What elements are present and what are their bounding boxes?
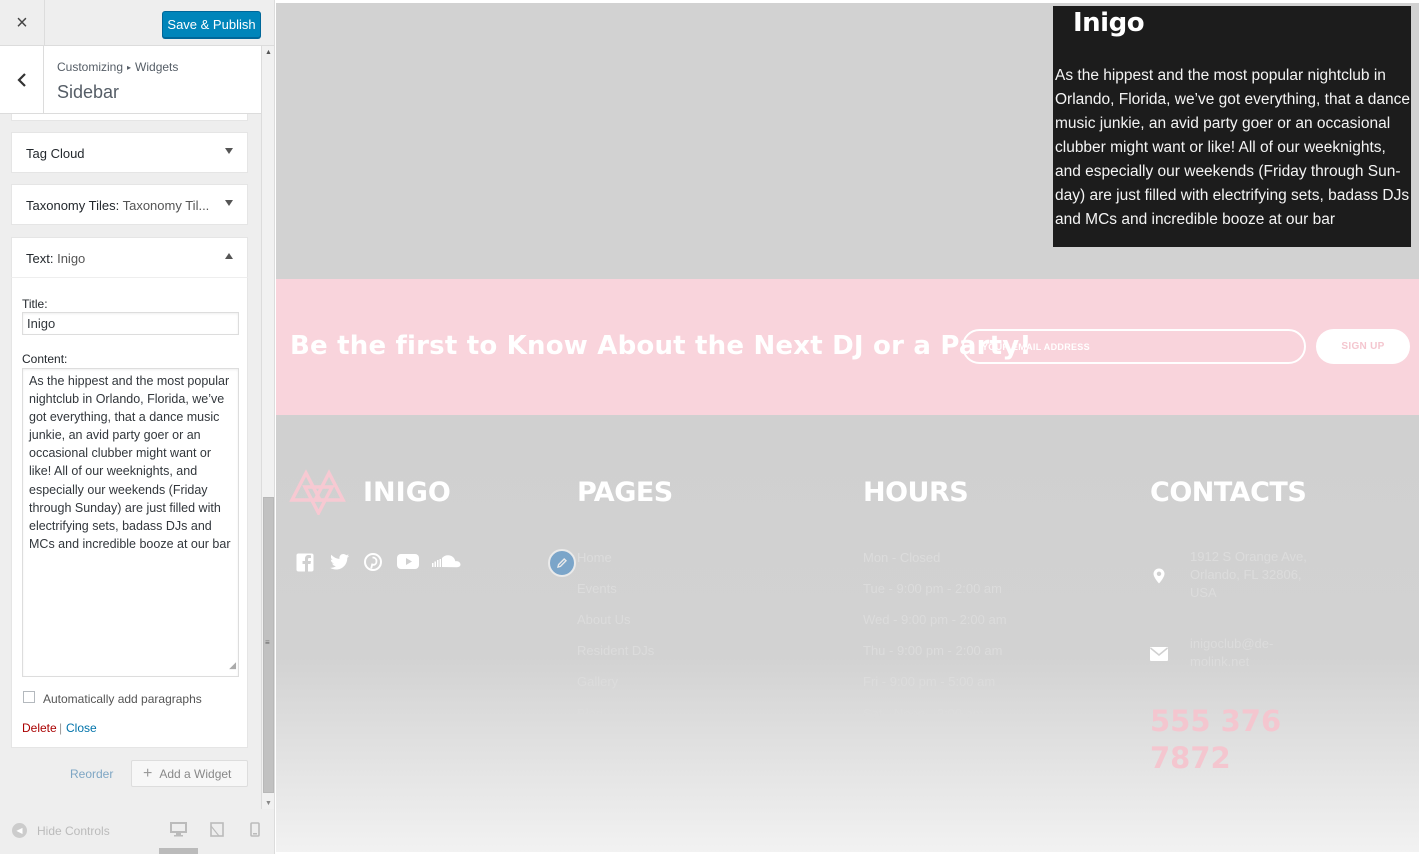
collapse-icon: ◀: [12, 823, 27, 838]
widget-title: Taxonomy Tiles: Taxonomy Til...: [26, 198, 210, 213]
section-title-bar: Customizing ▸ Widgets Sidebar: [0, 46, 261, 114]
add-widget-label: Add a Widget: [159, 766, 232, 781]
customizer-panel: × Save & Publish Customizing ▸ Widgets Sid…: [0, 0, 275, 854]
preview-text-widget: Inigo As the hippest and the most popula…: [1053, 6, 1411, 247]
desktop-icon[interactable]: [170, 822, 187, 837]
back-button[interactable]: [0, 46, 44, 113]
inigo-logo-icon: [289, 469, 346, 515]
collapse-arrow-icon[interactable]: [225, 253, 233, 259]
save-publish-button[interactable]: Save & Publish: [162, 11, 261, 38]
add-widget-button[interactable]: + Add a Widget: [131, 760, 248, 787]
expand-arrow-icon[interactable]: [225, 148, 233, 154]
close-link[interactable]: Close: [66, 721, 97, 735]
widget-title: Text: Inigo: [26, 251, 86, 266]
newsletter-band: Be the first to Know About the Next DJ o…: [276, 279, 1419, 415]
autop-label: Automatically add paragraphs: [43, 692, 202, 706]
widgets-list: Tag Cloud Taxonomy Tiles: Taxonomy Til..…: [0, 114, 261, 809]
expand-arrow-icon[interactable]: [225, 200, 233, 206]
hours-item: Sat - Noon - 2:00 am: [863, 706, 984, 721]
footer-link-resident-djs[interactable]: Resident DJs: [577, 643, 654, 658]
site-footer: INIGO PAGES Home Events About Us Residen…: [276, 415, 1419, 854]
scroll-down-icon[interactable]: ▼: [265, 800, 272, 807]
edit-shortcut-button[interactable]: [548, 549, 576, 577]
twitter-icon[interactable]: [330, 553, 350, 571]
location-pin-icon: [1153, 568, 1165, 584]
hide-controls-button[interactable]: ◀ Hide Controls: [12, 823, 110, 838]
pinterest-icon[interactable]: [364, 553, 382, 571]
sidebar-scrollbar[interactable]: ▲ ≡ ▼: [261, 46, 274, 809]
content-textarea[interactable]: As the hippest and the most popular nigh…: [22, 368, 239, 677]
hours-heading: HOURS: [863, 477, 969, 508]
contact-phone: 555 376 7872: [1150, 704, 1282, 775]
breadcrumb-current: Widgets: [135, 60, 179, 74]
link-separator: |: [59, 721, 63, 735]
hours-item: Wed - 9:00 pm - 2:00 am: [863, 612, 1007, 627]
contacts-heading: CONTACTS: [1150, 477, 1307, 508]
footer-link-gallery[interactable]: Gallery: [577, 674, 618, 689]
contact-address: 1912 S Orange Ave, Orlando, FL 32806, US…: [1190, 549, 1307, 600]
section-title: Sidebar: [57, 82, 120, 102]
signup-button[interactable]: SIGN UP: [1316, 329, 1410, 364]
breadcrumb: Customizing ▸ Widgets: [57, 60, 178, 74]
footer-logo-text: INIGO: [363, 477, 451, 508]
preview-widget-body: As the hippest and the most popular nigh…: [1055, 67, 1410, 228]
soundcloud-icon[interactable]: [432, 553, 461, 569]
scroll-up-icon[interactable]: ▲: [265, 49, 272, 56]
close-customizer-button[interactable]: ×: [0, 0, 45, 46]
customizer-footer: ◀ Hide Controls: [0, 809, 274, 854]
widget-text-inigo[interactable]: Text: Inigo: [11, 237, 248, 278]
title-input[interactable]: Inigo: [22, 312, 239, 335]
footer-link-home[interactable]: Home: [577, 550, 612, 565]
footer-link-events[interactable]: Events: [577, 581, 617, 596]
hide-controls-label: Hide Controls: [37, 823, 110, 838]
autop-checkbox[interactable]: [23, 691, 35, 703]
widget-taxonomy-tiles[interactable]: Taxonomy Tiles: Taxonomy Til...: [11, 184, 248, 225]
preview-widget-title: Inigo: [1073, 8, 1145, 38]
hours-item: Tue - 9:00 pm - 2:00 am: [863, 581, 1002, 596]
pencil-icon: [557, 558, 567, 568]
title-label: Title:: [22, 297, 48, 311]
newsletter-email-input[interactable]: YOUR EMAIL ADDRESS: [962, 329, 1306, 364]
scrollbar-grip-icon: ≡: [265, 638, 270, 647]
envelope-icon: [1150, 647, 1168, 661]
tablet-icon[interactable]: [210, 822, 224, 837]
text-widget-form: Title: Inigo Content: As the hippest and…: [11, 277, 248, 748]
plus-icon: +: [143, 764, 153, 782]
resize-grip-icon[interactable]: ◢: [229, 656, 236, 674]
hours-item: Fri - 9:00 pm - 5:00 am: [863, 674, 996, 689]
content-label: Content:: [22, 352, 68, 366]
previous-widget-edge: [11, 114, 248, 121]
active-device-indicator: [159, 848, 198, 854]
chevron-left-icon: [16, 72, 26, 87]
breadcrumb-separator: ▸: [127, 63, 132, 72]
reorder-link[interactable]: Reorder: [70, 767, 113, 781]
footer-link-blog[interactable]: Blog: [577, 706, 603, 721]
mobile-icon[interactable]: [250, 822, 260, 837]
youtube-icon[interactable]: [397, 553, 419, 570]
hours-item: Thu - 9:00 pm - 2:00 am: [863, 643, 1003, 658]
delete-link[interactable]: Delete: [22, 721, 57, 735]
customizer-header: × Save & Publish: [0, 0, 274, 46]
footer-link-about[interactable]: About Us: [577, 612, 630, 627]
content-text: As the hippest and the most popular nigh…: [29, 374, 231, 551]
preview-top-edge: [276, 0, 1419, 3]
contact-email[interactable]: inigoclub@de- molink.net: [1190, 635, 1320, 671]
site-preview: Inigo As the hippest and the most popula…: [276, 0, 1419, 854]
widget-tag-cloud[interactable]: Tag Cloud: [11, 132, 248, 173]
widget-title: Tag Cloud: [26, 146, 85, 161]
pages-heading: PAGES: [577, 477, 673, 508]
hours-item: Mon - Closed: [863, 550, 941, 565]
breadcrumb-root: Customizing: [57, 60, 124, 74]
close-icon: ×: [16, 11, 28, 34]
newsletter-heading: Be the first to Know About the Next DJ o…: [290, 331, 1032, 361]
facebook-icon[interactable]: [296, 553, 314, 572]
